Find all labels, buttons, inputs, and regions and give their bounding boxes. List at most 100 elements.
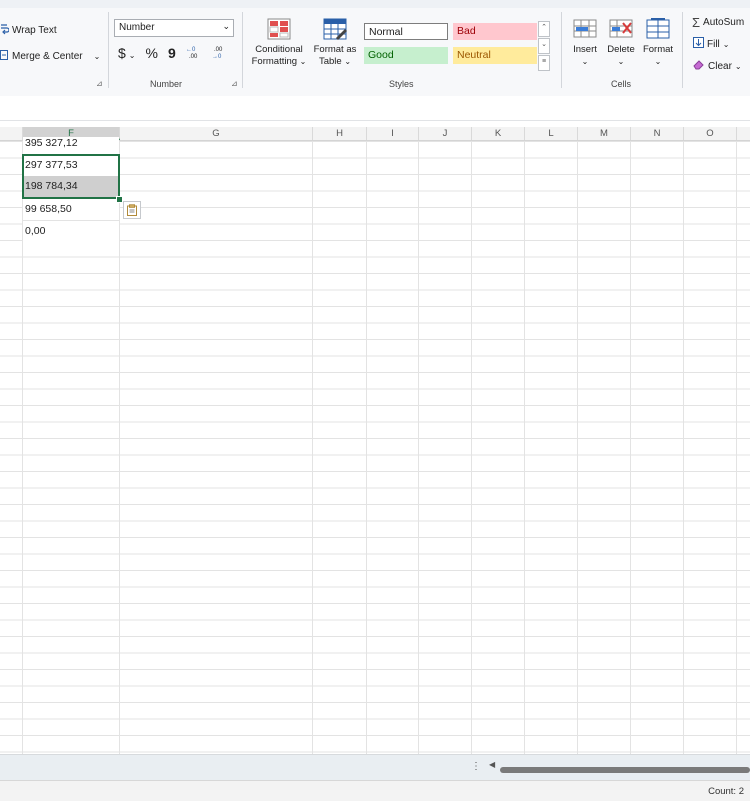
increase-decimal-icon: ←0.00 bbox=[186, 47, 198, 60]
currency-button[interactable]: $ ⌄ bbox=[118, 45, 136, 61]
ribbon-top-strip bbox=[0, 0, 750, 8]
number-format-buttons: $ ⌄ % 9 ←0.00 .00 →0 bbox=[118, 45, 228, 61]
fill-label: Fill bbox=[707, 38, 720, 50]
format-as-table-icon bbox=[323, 18, 347, 40]
number-format-select[interactable]: Number ⌄ bbox=[114, 19, 234, 37]
column-header-M[interactable]: M bbox=[578, 127, 631, 140]
grid-line bbox=[736, 141, 737, 754]
styles-group-label: Styles bbox=[389, 79, 414, 89]
style-bad[interactable]: Bad bbox=[453, 23, 537, 40]
grid-line bbox=[577, 141, 578, 754]
delete-cells-icon bbox=[609, 19, 633, 38]
decrease-decimal-button[interactable]: .00 →0 bbox=[212, 45, 228, 61]
alignment-dialog-launcher-icon[interactable]: ⊿ bbox=[96, 79, 103, 88]
percent-button[interactable]: % bbox=[146, 45, 158, 61]
chevron-down-icon: ⌄ bbox=[734, 61, 742, 71]
scroll-left-icon[interactable]: ◀ bbox=[489, 760, 495, 769]
clipboard-icon bbox=[127, 204, 137, 216]
sheet-tab-bar: ⋮ ◀ bbox=[0, 754, 750, 781]
decrease-decimal-icon: .00→0 bbox=[212, 47, 223, 60]
delete-cells-button[interactable]: Delete ⌄ bbox=[604, 18, 638, 68]
grid-line bbox=[471, 141, 472, 754]
styles-gallery-scroll: ⌃ ⌄ ≡ bbox=[538, 21, 550, 71]
conditional-formatting-icon bbox=[267, 18, 291, 40]
chevron-down-icon: ⌄ bbox=[617, 57, 625, 66]
clear-button[interactable]: Clear ⌄ bbox=[693, 59, 742, 73]
merge-center-label: Merge & Center bbox=[12, 51, 83, 62]
formula-bar-area bbox=[0, 96, 750, 121]
split-handle-icon[interactable]: ⋮ bbox=[471, 761, 481, 772]
number-group-label: Number bbox=[150, 79, 183, 89]
clear-label: Clear bbox=[708, 60, 732, 72]
gallery-down-icon[interactable]: ⌄ bbox=[538, 38, 550, 54]
insert-label: Insert bbox=[573, 44, 597, 55]
grid-line bbox=[524, 141, 525, 754]
comma-style-button[interactable]: 9 bbox=[168, 45, 176, 61]
conditional-formatting-button[interactable]: Conditional Formatting ⌄ bbox=[250, 18, 308, 68]
style-normal[interactable]: Normal bbox=[364, 23, 448, 40]
grid-line bbox=[418, 141, 419, 754]
insert-cells-button[interactable]: Insert ⌄ bbox=[568, 18, 602, 68]
chevron-down-icon: ⌄ bbox=[722, 39, 730, 49]
grid-line bbox=[366, 141, 367, 754]
fill-handle[interactable] bbox=[116, 196, 123, 203]
horizontal-scrollbar-thumb[interactable] bbox=[500, 767, 750, 773]
column-header-K[interactable]: K bbox=[472, 127, 525, 140]
chevron-down-icon: ⌄ bbox=[128, 51, 136, 60]
column-header-partial[interactable] bbox=[0, 127, 23, 140]
number-dialog-launcher-icon[interactable]: ⊿ bbox=[231, 79, 238, 88]
fill-button[interactable]: Fill ⌄ bbox=[693, 37, 729, 51]
svg-text:.00: .00 bbox=[189, 54, 198, 59]
cells-group-label: Cells bbox=[611, 79, 632, 89]
wrap-text-icon bbox=[0, 23, 10, 38]
column-header-G[interactable]: G bbox=[120, 127, 313, 140]
merge-center-button[interactable]: Merge & Center ⌄ bbox=[0, 49, 100, 64]
paste-options-button[interactable] bbox=[123, 201, 141, 219]
grid-line bbox=[119, 141, 120, 754]
column-header-L[interactable]: L bbox=[525, 127, 578, 140]
group-separator bbox=[561, 12, 562, 88]
wrap-text-button[interactable]: Wrap Text bbox=[0, 23, 57, 38]
conditional-formatting-text: Formatting bbox=[251, 56, 298, 67]
increase-decimal-button[interactable]: ←0.00 bbox=[186, 45, 202, 61]
gallery-up-icon[interactable]: ⌃ bbox=[538, 21, 550, 37]
column-header-O[interactable]: O bbox=[684, 127, 737, 140]
column-header-N[interactable]: N bbox=[631, 127, 684, 140]
style-neutral[interactable]: Neutral bbox=[453, 47, 537, 64]
sigma-icon: Σ bbox=[692, 15, 701, 30]
status-bar: Count: 2 bbox=[0, 780, 750, 801]
currency-symbol: $ bbox=[118, 45, 126, 61]
autosum-button[interactable]: Σ AutoSum bbox=[692, 15, 744, 30]
wrap-text-label: Wrap Text bbox=[12, 25, 57, 36]
conditional-formatting-label-1: Conditional bbox=[255, 44, 303, 55]
grid-line bbox=[312, 141, 313, 754]
eraser-icon bbox=[693, 59, 705, 73]
group-separator bbox=[682, 12, 683, 88]
format-as-table-label-1: Format as bbox=[313, 44, 357, 55]
column-header-J[interactable]: J bbox=[419, 127, 472, 140]
group-separator bbox=[108, 12, 109, 88]
merge-center-icon bbox=[0, 49, 9, 64]
insert-cells-icon bbox=[573, 19, 597, 38]
format-cells-button[interactable]: Format ⌄ bbox=[640, 18, 676, 68]
chevron-down-icon: ⌄ bbox=[344, 57, 352, 66]
column-header-I[interactable]: I bbox=[367, 127, 419, 140]
gallery-more-icon[interactable]: ≡ bbox=[538, 55, 550, 71]
fill-down-icon bbox=[693, 37, 704, 51]
chevron-down-icon: ⌄ bbox=[654, 57, 662, 66]
style-good[interactable]: Good bbox=[364, 47, 448, 64]
svg-text:→0: →0 bbox=[212, 54, 222, 59]
chevron-down-icon: ⌄ bbox=[581, 57, 589, 66]
format-as-table-text: Table bbox=[318, 56, 342, 67]
cell-F-row1[interactable]: 395 327,12 bbox=[23, 137, 119, 150]
number-format-value: Number bbox=[119, 22, 155, 33]
merge-dropdown-chevron-icon[interactable]: ⌄ bbox=[94, 52, 101, 61]
format-cells-icon bbox=[646, 18, 670, 39]
svg-text:←0: ←0 bbox=[186, 47, 196, 53]
cell-F-row5[interactable]: 0,00 bbox=[23, 220, 119, 241]
format-as-table-button[interactable]: Format as Table ⌄ bbox=[312, 18, 358, 68]
status-count: Count: 2 bbox=[708, 786, 744, 797]
column-header-H[interactable]: H bbox=[313, 127, 367, 140]
format-label: Format bbox=[642, 44, 674, 55]
cell-F-row4[interactable]: 99 658,50 bbox=[23, 198, 119, 219]
